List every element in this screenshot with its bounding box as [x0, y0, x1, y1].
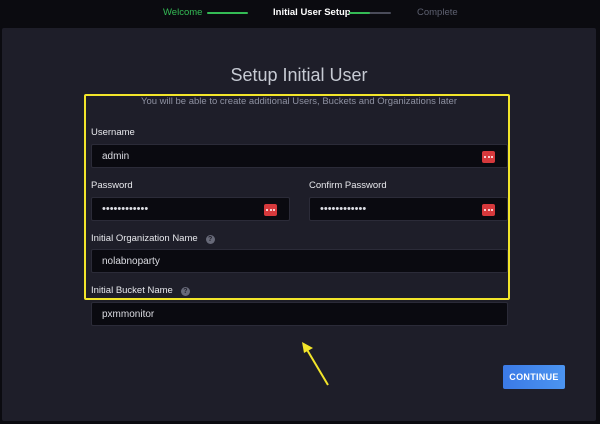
organization-field-wrapper — [91, 249, 508, 273]
step-connector-welcome — [207, 12, 248, 14]
question-icon[interactable]: ? — [205, 234, 215, 244]
confirm-password-label: Confirm Password — [309, 180, 387, 192]
password-manager-icon[interactable] — [264, 204, 277, 216]
step-connector-setup — [349, 12, 391, 14]
step-progress-fill — [349, 12, 370, 14]
question-icon[interactable]: ? — [180, 286, 190, 296]
bucket-input[interactable] — [92, 303, 507, 325]
username-input[interactable] — [92, 145, 507, 167]
confirm-password-input[interactable] — [310, 198, 507, 220]
username-label-text: Username — [91, 127, 135, 138]
username-label: Username — [91, 127, 135, 139]
continue-button[interactable]: CONTINUE — [503, 365, 565, 389]
password-label: Password — [91, 180, 133, 192]
organization-label: Initial Organization Name ? — [91, 233, 215, 245]
password-input[interactable] — [92, 198, 289, 220]
password-manager-icon[interactable] — [482, 204, 495, 216]
username-field-wrapper — [91, 144, 508, 168]
bucket-field-wrapper — [91, 302, 508, 326]
password-manager-icon[interactable] — [482, 151, 495, 163]
bucket-label-text: Initial Bucket Name — [91, 285, 173, 296]
organization-input[interactable] — [92, 250, 507, 272]
password-label-text: Password — [91, 180, 133, 191]
annotation-arrow-icon — [302, 342, 329, 386]
confirm-password-field-wrapper — [309, 197, 508, 221]
setup-page: Welcome Initial User Setup Complete Setu… — [0, 0, 600, 424]
confirm-password-label-text: Confirm Password — [309, 180, 387, 191]
step-complete[interactable]: Complete — [417, 7, 458, 19]
organization-label-text: Initial Organization Name — [91, 233, 198, 244]
bucket-label: Initial Bucket Name ? — [91, 285, 190, 297]
step-initial-user-setup[interactable]: Initial User Setup — [273, 7, 351, 19]
setup-stepper: Welcome Initial User Setup Complete — [0, 0, 600, 28]
page-title: Setup Initial User — [230, 65, 368, 85]
step-welcome[interactable]: Welcome — [163, 7, 202, 19]
password-field-wrapper — [91, 197, 290, 221]
